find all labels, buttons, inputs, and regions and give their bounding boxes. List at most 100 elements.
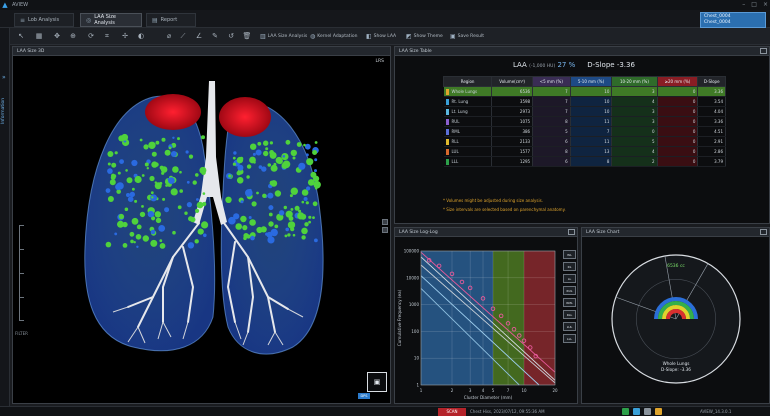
laa-cluster-dot bbox=[105, 241, 112, 248]
laa-cluster-dot bbox=[235, 223, 242, 230]
laa-cluster-dot bbox=[141, 174, 145, 177]
legend-toggle[interactable]: WL bbox=[563, 250, 576, 259]
table-row[interactable]: RLL 2133 6 11 5 0 2.91 bbox=[443, 136, 726, 147]
tab-laa-size-analysis[interactable]: ◎ LAA Size Analysis bbox=[80, 13, 142, 27]
table-row[interactable]: RML 386 5 7 0 0 4.51 bbox=[443, 126, 726, 137]
pan-icon[interactable]: ✥ bbox=[52, 31, 62, 41]
table-row[interactable]: Rt. Lung 3598 7 10 4 0 3.54 bbox=[443, 96, 726, 107]
legend-toggle[interactable]: RUL bbox=[563, 286, 576, 295]
filter-slider[interactable] bbox=[19, 225, 25, 321]
status-icons bbox=[622, 408, 662, 415]
tab-label: Lob Analysis bbox=[28, 17, 60, 23]
laa-3d-viewer[interactable]: LAA Size 3D LRS FILTER DPS ▣ bbox=[12, 46, 391, 404]
laa-cluster-dot bbox=[151, 161, 158, 168]
laa-cluster-dot bbox=[262, 193, 267, 198]
legend-toggle[interactable]: LLL bbox=[563, 334, 576, 343]
table-cell: 4 bbox=[611, 146, 658, 157]
column-header[interactable]: Region bbox=[442, 76, 493, 87]
layout-icon[interactable]: ▦ bbox=[34, 31, 44, 41]
move-icon[interactable]: ✢ bbox=[120, 31, 130, 41]
legend-toggle[interactable]: LUL bbox=[563, 322, 576, 331]
laa-cluster-dot bbox=[240, 200, 244, 204]
expand-arrow-icon[interactable]: » bbox=[2, 74, 6, 81]
region-label: RUL bbox=[451, 118, 460, 124]
legend-toggle[interactable]: RML bbox=[563, 298, 576, 307]
column-header[interactable]: D-Slope bbox=[697, 76, 726, 87]
laa-cluster-dot bbox=[240, 215, 247, 223]
delete-icon[interactable]: 🗑 bbox=[242, 31, 252, 41]
legend-toggle[interactable]: LL bbox=[563, 274, 576, 283]
table-row[interactable]: LUL 1577 8 13 4 0 2.86 bbox=[443, 146, 726, 157]
y-tick-label: 1 bbox=[416, 383, 419, 388]
note-line: * Size intervals are selected based on p… bbox=[443, 207, 566, 212]
column-header[interactable]: <5 mm (%) bbox=[532, 76, 571, 87]
table-row[interactable]: Whole Lungs 6536 7 10 3 0 3.36 bbox=[443, 86, 726, 97]
region-swatch bbox=[445, 148, 449, 155]
size-band bbox=[421, 251, 493, 385]
laa-cluster-dot bbox=[248, 216, 252, 219]
zoom-icon[interactable]: ⊕ bbox=[68, 31, 78, 41]
measure-icon[interactable]: ⌀ bbox=[164, 31, 174, 41]
rotate-icon[interactable]: ⟳ bbox=[86, 31, 96, 41]
column-header[interactable]: ≥20 mm (%) bbox=[656, 76, 699, 87]
legend-toggle[interactable]: RL bbox=[563, 262, 576, 271]
maximize-panel-icon[interactable] bbox=[568, 229, 575, 235]
view-mode-icon[interactable] bbox=[382, 219, 388, 225]
tab-lob-analysis[interactable]: ≡ Lob Analysis bbox=[14, 13, 74, 27]
table-cell: 10 bbox=[570, 96, 613, 107]
show-laa-button[interactable]: ◧ Show LAA bbox=[366, 31, 396, 42]
orientation-cube-icon[interactable]: ▣ bbox=[367, 372, 387, 392]
table-row[interactable]: Lt. Lung 2973 7 10 3 0 4.04 bbox=[443, 106, 726, 117]
laa-cluster-dot bbox=[268, 212, 273, 217]
laa-cluster-dot bbox=[114, 232, 118, 236]
table-row[interactable]: RUL 1075 8 11 3 0 3.36 bbox=[443, 116, 726, 127]
crop-icon[interactable]: ⌗ bbox=[102, 31, 112, 41]
table-cell: 8 bbox=[570, 156, 613, 167]
laa-cluster-dot bbox=[144, 162, 149, 167]
reset-icon[interactable]: ↺ bbox=[226, 31, 236, 41]
close-icon[interactable]: × bbox=[763, 0, 768, 10]
region-label: LUL bbox=[451, 148, 459, 154]
maximize-icon[interactable]: □ bbox=[751, 0, 757, 10]
laa-cluster-dot bbox=[306, 186, 311, 191]
show-theme-button[interactable]: ◩ Show Theme bbox=[406, 31, 443, 42]
laa-cluster-dot bbox=[266, 231, 273, 238]
status-settings-icon[interactable] bbox=[644, 408, 651, 415]
laa-cluster-dot bbox=[294, 205, 300, 211]
column-header[interactable]: 10-20 mm (%) bbox=[611, 76, 658, 87]
laa-cluster-dot bbox=[232, 162, 236, 166]
column-header[interactable]: Volume(cm³) bbox=[491, 76, 534, 87]
tab-report[interactable]: ▤ Report bbox=[146, 13, 196, 27]
laa-cluster-dot bbox=[135, 234, 142, 240]
legend-toggle[interactable]: RLL bbox=[563, 310, 576, 319]
laa-cluster-dot bbox=[312, 150, 318, 155]
table-cell: 0 bbox=[657, 96, 699, 107]
table-cell: 1295 bbox=[491, 156, 534, 167]
kernel-adaptation-button[interactable]: ◍ Kernel Adaptation bbox=[310, 31, 357, 42]
minimize-icon[interactable]: – bbox=[742, 0, 745, 10]
window-level-icon[interactable]: ◐ bbox=[136, 31, 146, 41]
annotate-icon[interactable]: ✎ bbox=[210, 31, 220, 41]
cursor-icon[interactable]: ↖ bbox=[16, 31, 26, 41]
table-cell: 0 bbox=[657, 126, 699, 137]
region-swatch bbox=[445, 158, 449, 165]
ruler-icon[interactable]: ⟋ bbox=[178, 31, 188, 41]
laa-cluster-dot bbox=[124, 207, 129, 212]
laa-cluster-dot bbox=[107, 162, 111, 166]
table-cell: 8 bbox=[532, 116, 571, 127]
status-bar: SCAN Chest Hiss, 2023/07/12, 09:55:36 AM… bbox=[0, 406, 770, 416]
laa-size-analysis-button[interactable]: ▥ LAA Size Analysis bbox=[260, 31, 307, 42]
table-row[interactable]: LLL 1295 6 8 2 0 3.79 bbox=[443, 156, 726, 167]
information-tab[interactable]: Information bbox=[1, 86, 9, 136]
laa-cluster-dot bbox=[151, 196, 154, 199]
save-result-button[interactable]: ▣ Save Result bbox=[450, 31, 484, 42]
patient-selector[interactable]: Chest_0004 Chest_0004 bbox=[700, 12, 766, 28]
angle-icon[interactable]: ∠ bbox=[194, 31, 204, 41]
maximize-panel-icon[interactable] bbox=[760, 48, 767, 54]
laa-cluster-dot bbox=[252, 152, 256, 156]
maximize-panel-icon[interactable] bbox=[760, 229, 767, 235]
table-cell: 0 bbox=[611, 126, 658, 137]
column-header[interactable]: 5-10 mm (%) bbox=[569, 76, 613, 87]
view-reset-icon[interactable] bbox=[382, 227, 388, 233]
table-cell: 0 bbox=[657, 86, 699, 97]
